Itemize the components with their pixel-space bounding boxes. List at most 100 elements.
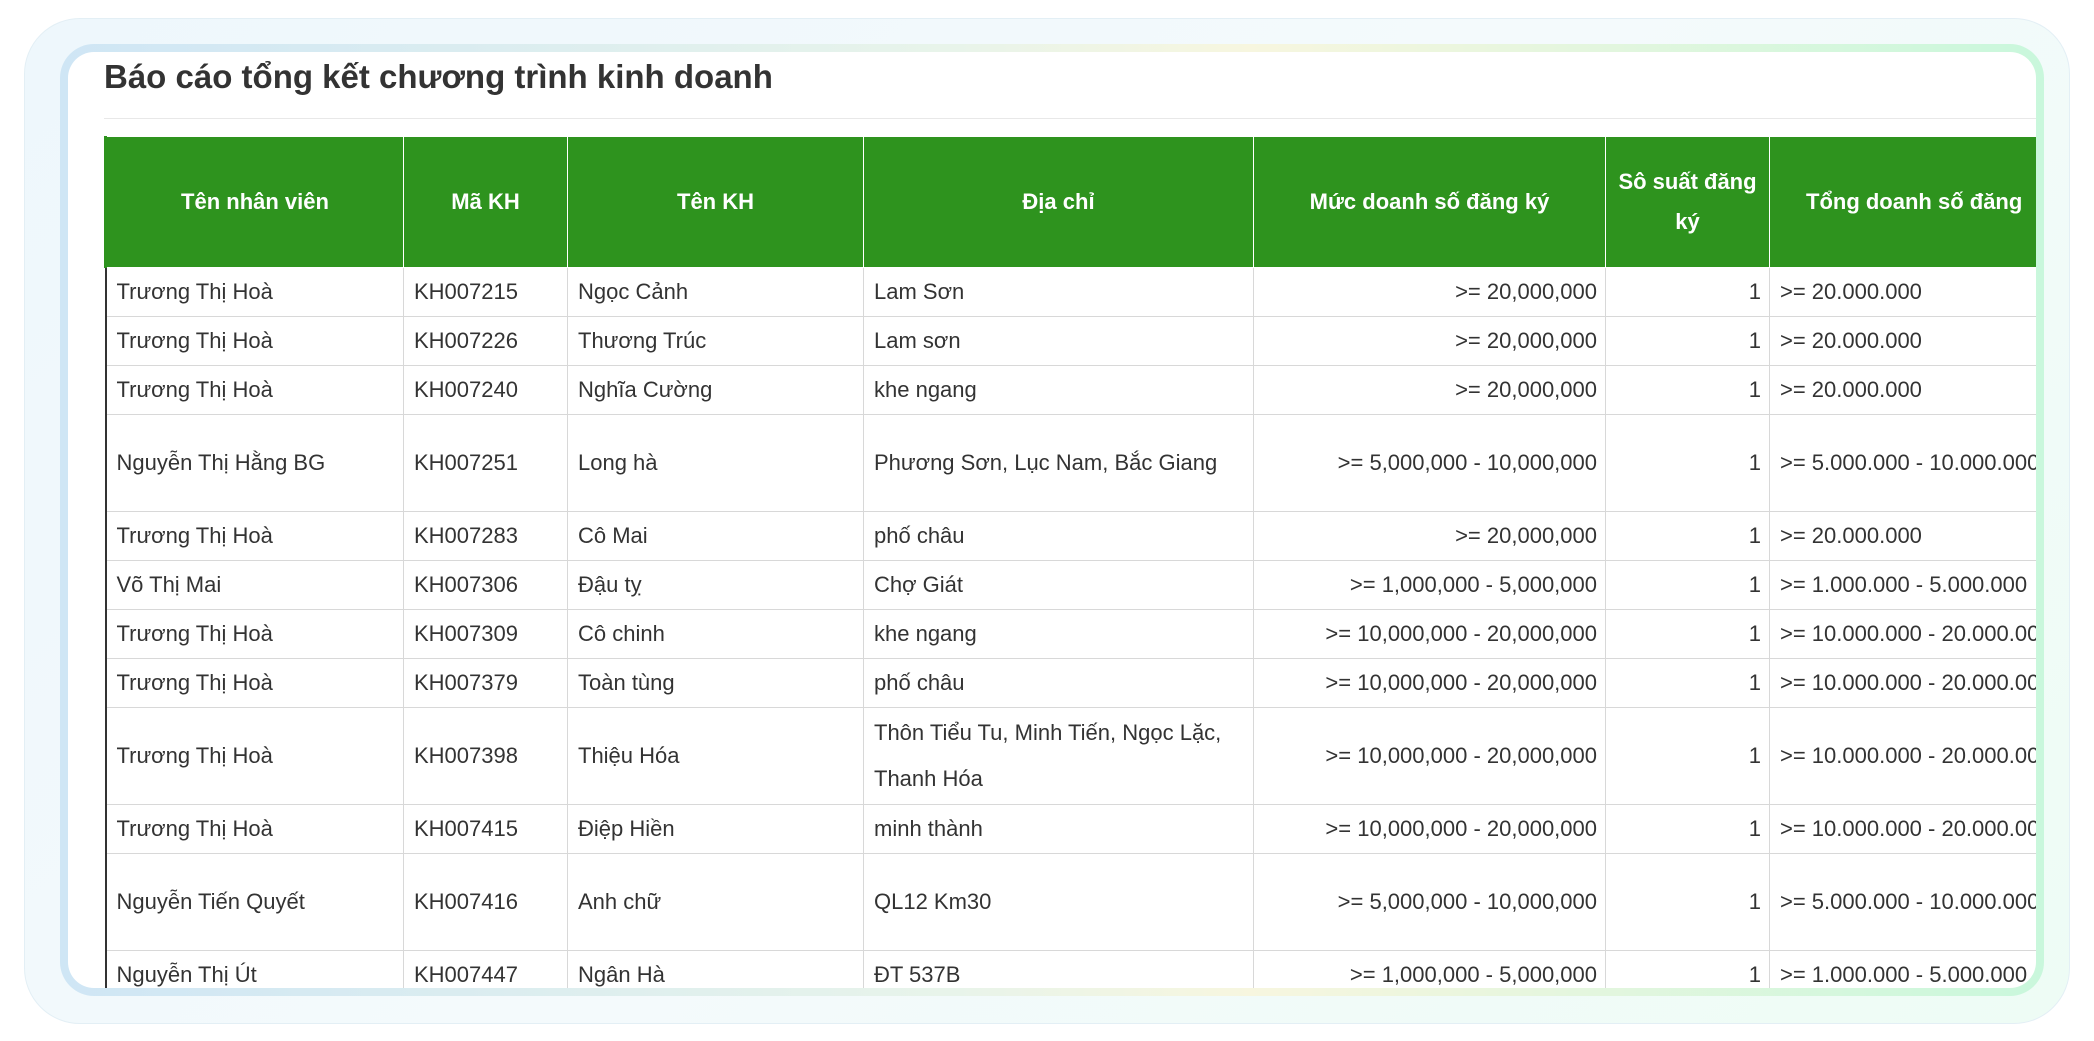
report-container: Báo cáo tổng kết chương trình kinh doanh… [60,44,2044,996]
cell-total-sales: >= 10.000.000 - 20.000.00 [1769,609,2036,659]
table-body: Trương Thị Hoà KH007215 Ngọc Cảnh Lam Sơn >=… [104,267,2036,988]
cell-address: Chợ Giát [863,560,1254,610]
cell-customer-code: KH007240 [403,365,568,415]
cell-customer-name: Cô Mai [567,511,864,561]
table-row[interactable]: Trương Thị Hoà KH007283 Cô Mai phố châu >= 2… [104,511,2036,561]
cell-registration-count: 1 [1605,853,1770,951]
table-row[interactable]: Trương Thị Hoà KH007415 Điệp Hiền minh thàn… [104,804,2036,854]
column-header-customer-code[interactable]: Mã KH [403,136,568,268]
cell-address: phố châu [863,658,1254,708]
column-header-sales-level[interactable]: Mức doanh số đăng ký [1253,136,1606,268]
cell-registration-count: 1 [1605,365,1770,415]
report-table: Tên nhân viên Mã KH Tên KH Địa chỉ Mức d… [104,136,2036,988]
cell-total-sales: >= 20.000.000 [1769,511,2036,561]
table-row[interactable]: Trương Thị Hoà KH007226 Thương Trúc Lam sơn… [104,316,2036,366]
cell-sales-level: >= 20,000,000 [1253,267,1606,317]
cell-sales-level: >= 10,000,000 - 20,000,000 [1253,609,1606,659]
column-header-employee[interactable]: Tên nhân viên [104,136,404,268]
table-row[interactable]: Trương Thị Hoà KH007398 Thiệu Hóa Thôn Tiểu… [104,707,2036,805]
cell-address: minh thành [863,804,1254,854]
cell-employee: Nguyễn Tiến Quyết [104,853,404,951]
table-row[interactable]: Võ Thị Mai KH007306 Đậu tỵ Chợ Giát >= 1,000… [104,560,2036,610]
cell-employee: Trương Thị Hoà [104,511,404,561]
cell-total-sales: >= 10.000.000 - 20.000.00 [1769,804,2036,854]
cell-customer-code: KH007306 [403,560,568,610]
table-row[interactable]: Nguyễn Thị Út KH007447 Ngân Hà ĐT 537B >= 1,… [104,950,2036,988]
cell-address: phố châu [863,511,1254,561]
title-divider [104,118,2036,119]
table-row[interactable]: Nguyễn Thị Hằng BG KH007251 Long hà Phương … [104,414,2036,512]
cell-registration-count: 1 [1605,267,1770,317]
report-panel: Báo cáo tổng kết chương trình kinh doanh… [68,52,2036,988]
cell-sales-level: >= 1,000,000 - 5,000,000 [1253,560,1606,610]
cell-registration-count: 1 [1605,707,1770,805]
column-header-address[interactable]: Địa chỉ [863,136,1254,268]
cell-registration-count: 1 [1605,316,1770,366]
cell-total-sales: >= 5.000.000 - 10.000.000 [1769,414,2036,512]
column-header-total-sales[interactable]: Tổng doanh số đăng [1769,136,2036,268]
cell-customer-code: KH007416 [403,853,568,951]
cell-customer-name: Cô chinh [567,609,864,659]
cell-customer-code: KH007226 [403,316,568,366]
cell-customer-name: Long hà [567,414,864,512]
cell-address: QL12 Km30 [863,853,1254,951]
cell-registration-count: 1 [1605,414,1770,512]
cell-registration-count: 1 [1605,804,1770,854]
column-header-customer-name[interactable]: Tên KH [567,136,864,268]
report-table-wrapper[interactable]: Tên nhân viên Mã KH Tên KH Địa chỉ Mức d… [104,136,2036,988]
cell-customer-name: Đậu tỵ [567,560,864,610]
cell-employee: Nguyễn Thị Út [104,950,404,988]
cell-customer-code: KH007309 [403,609,568,659]
cell-registration-count: 1 [1605,950,1770,988]
cell-total-sales: >= 20.000.000 [1769,365,2036,415]
cell-total-sales: >= 20.000.000 [1769,267,2036,317]
cell-employee: Trương Thị Hoà [104,267,404,317]
cell-customer-name: Thiệu Hóa [567,707,864,805]
cell-address: Thôn Tiểu Tu, Minh Tiến, Ngọc Lặc, Thanh… [863,707,1254,805]
cell-customer-name: Toàn tùng [567,658,864,708]
cell-sales-level: >= 10,000,000 - 20,000,000 [1253,804,1606,854]
cell-address: ĐT 537B [863,950,1254,988]
cell-customer-name: Anh chữ [567,853,864,951]
cell-customer-code: KH007379 [403,658,568,708]
cell-customer-code: KH007283 [403,511,568,561]
table-row[interactable]: Nguyễn Tiến Quyết KH007416 Anh chữ QL12 Km3… [104,853,2036,951]
cell-address: khe ngang [863,365,1254,415]
cell-customer-code: KH007215 [403,267,568,317]
cell-sales-level: >= 5,000,000 - 10,000,000 [1253,853,1606,951]
cell-customer-name: Nghĩa Cường [567,365,864,415]
table-row[interactable]: Trương Thị Hoà KH007379 Toàn tùng phố châu >… [104,658,2036,708]
cell-total-sales: >= 10.000.000 - 20.000.00 [1769,707,2036,805]
cell-employee: Võ Thị Mai [104,560,404,610]
table-header-row: Tên nhân viên Mã KH Tên KH Địa chỉ Mức d… [104,136,2036,268]
cell-employee: Trương Thị Hoà [104,609,404,659]
cell-registration-count: 1 [1605,658,1770,708]
column-header-registration-count[interactable]: Sô suất đăng ký [1605,136,1770,268]
cell-employee: Trương Thị Hoà [104,707,404,805]
cell-total-sales: >= 5.000.000 - 10.000.000 [1769,853,2036,951]
table-row[interactable]: Trương Thị Hoà KH007215 Ngọc Cảnh Lam Sơn >=… [104,267,2036,317]
table-row[interactable]: Trương Thị Hoà KH007240 Nghĩa Cường khe nga… [104,365,2036,415]
cell-sales-level: >= 20,000,000 [1253,365,1606,415]
cell-employee: Trương Thị Hoà [104,316,404,366]
cell-employee: Trương Thị Hoà [104,804,404,854]
cell-total-sales: >= 20.000.000 [1769,316,2036,366]
cell-customer-name: Ngọc Cảnh [567,267,864,317]
cell-sales-level: >= 20,000,000 [1253,511,1606,561]
cell-sales-level: >= 1,000,000 - 5,000,000 [1253,950,1606,988]
cell-total-sales: >= 1.000.000 - 5.000.000 [1769,950,2036,988]
cell-address: Phương Sơn, Lục Nam, Bắc Giang [863,414,1254,512]
page-title: Báo cáo tổng kết chương trình kinh doanh [104,58,773,95]
cell-employee: Trương Thị Hoà [104,365,404,415]
cell-registration-count: 1 [1605,560,1770,610]
cell-employee: Nguyễn Thị Hằng BG [104,414,404,512]
cell-sales-level: >= 10,000,000 - 20,000,000 [1253,707,1606,805]
cell-sales-level: >= 5,000,000 - 10,000,000 [1253,414,1606,512]
cell-customer-code: KH007398 [403,707,568,805]
cell-customer-name: Ngân Hà [567,950,864,988]
cell-registration-count: 1 [1605,511,1770,561]
table-row[interactable]: Trương Thị Hoà KH007309 Cô chinh khe ngang >… [104,609,2036,659]
cell-customer-code: KH007251 [403,414,568,512]
cell-employee: Trương Thị Hoà [104,658,404,708]
cell-address: Lam Sơn [863,267,1254,317]
